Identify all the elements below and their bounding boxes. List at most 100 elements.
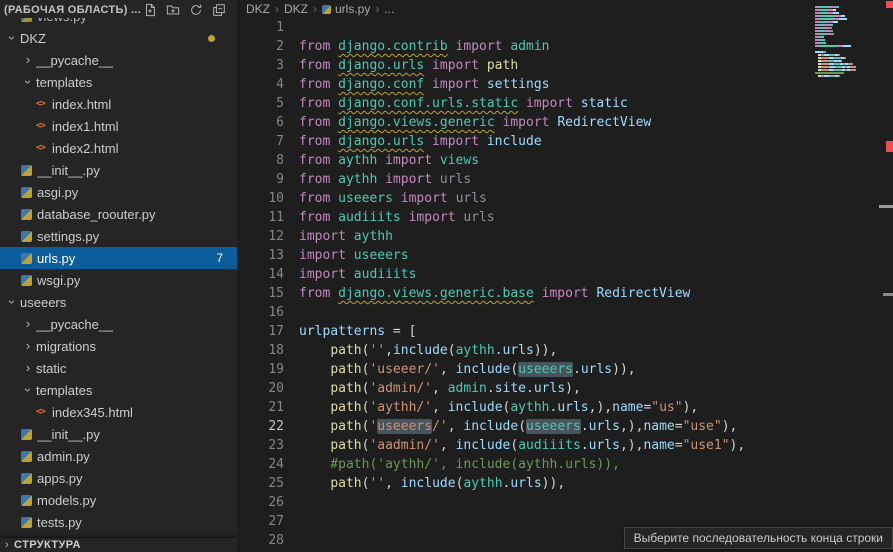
tree-file-index2.html[interactable]: index2.html <box>0 137 237 159</box>
tree-item-label: models.py <box>37 493 96 508</box>
line-number: 7 <box>237 132 284 151</box>
tree-file-__init__.py[interactable]: __init__.py <box>0 423 237 445</box>
tree-file-database_roouter.py[interactable]: database_roouter.py <box>0 203 237 225</box>
line-number: 6 <box>237 113 284 132</box>
code-text: urlpatterns = [ <box>299 322 416 341</box>
tree-item-label: database_roouter.py <box>37 207 156 222</box>
tree-folder-__pycache__[interactable]: __pycache__ <box>0 49 237 71</box>
tree-file-index1.html[interactable]: index1.html <box>0 115 237 137</box>
tree-file-tests.py[interactable]: tests.py <box>0 511 237 533</box>
code-line-13[interactable]: 13import useeers <box>237 246 879 265</box>
code-line-11[interactable]: 11from audiiits import urls <box>237 208 879 227</box>
code-line-5[interactable]: 5from django.conf.urls.static import sta… <box>237 94 879 113</box>
breadcrumb-item-project[interactable]: DKZ <box>246 2 270 16</box>
ruler-mark <box>886 141 893 152</box>
breadcrumb-item-file[interactable]: urls.py <box>335 2 370 16</box>
breadcrumb-item-symbol[interactable]: ... <box>384 2 394 16</box>
tree-file-wsgi.py[interactable]: wsgi.py <box>0 269 237 291</box>
code-line-26[interactable]: 26 <box>237 493 879 512</box>
tree-file-apps.py[interactable]: apps.py <box>0 467 237 489</box>
code-text: from aythh import urls <box>299 170 471 189</box>
new-folder-icon[interactable] <box>165 2 181 18</box>
tree-file-settings.py[interactable]: settings.py <box>0 225 237 247</box>
breadcrumb-item-folder[interactable]: DKZ <box>284 2 308 16</box>
tree-file-__init__.py[interactable]: __init__.py <box>0 159 237 181</box>
tree-file-index345.html[interactable]: index345.html <box>0 401 237 423</box>
tree-folder-__pycache__[interactable]: __pycache__ <box>0 313 237 335</box>
code-line-8[interactable]: 8from aythh import views <box>237 151 879 170</box>
html-file-icon <box>36 121 52 131</box>
line-number: 24 <box>237 455 284 474</box>
python-file-icon <box>21 275 32 286</box>
code-line-22[interactable]: 22 path('useeers/', include(useeers.urls… <box>237 417 879 436</box>
tree-folder-migrations[interactable]: migrations <box>0 335 237 357</box>
code-line-21[interactable]: 21 path('aythh/', include(aythh.urls,),n… <box>237 398 879 417</box>
code-line-18[interactable]: 18 path('',include(aythh.urls)), <box>237 341 879 360</box>
code-text: import aythh <box>299 227 393 246</box>
code-line-4[interactable]: 4from django.conf import settings <box>237 75 879 94</box>
outline-label: СТРУКТУРА <box>14 539 81 551</box>
code-line-25[interactable]: 25 path('', include(aythh.urls)), <box>237 474 879 493</box>
chevron-right-icon <box>313 2 317 16</box>
tree-item-label: useeers <box>20 295 66 310</box>
line-number: 26 <box>237 493 284 512</box>
tree-item-label: static <box>36 361 66 376</box>
tree-item-label: __pycache__ <box>36 53 113 68</box>
tree-item-label: index345.html <box>52 405 133 420</box>
code-text: import audiiits <box>299 265 416 284</box>
code-text: from django.views.generic.base import Re… <box>299 284 690 303</box>
line-number: 20 <box>237 379 284 398</box>
tree-file-asgi.py[interactable]: asgi.py <box>0 181 237 203</box>
overview-ruler[interactable] <box>885 0 893 552</box>
code-line-24[interactable]: 24 #path('aythh/', include(aythh.urls)), <box>237 455 879 474</box>
code-line-12[interactable]: 12import aythh <box>237 227 879 246</box>
line-number: 13 <box>237 246 284 265</box>
code-line-23[interactable]: 23 path('aadmin/', include(audiiits.urls… <box>237 436 879 455</box>
refresh-icon[interactable] <box>188 2 204 18</box>
tree-folder-templates[interactable]: templates <box>0 71 237 93</box>
python-file-icon <box>21 165 32 176</box>
outline-section[interactable]: СТРУКТУРА <box>0 537 237 552</box>
tree-file-admin.py[interactable]: admin.py <box>0 445 237 467</box>
code-line-17[interactable]: 17urlpatterns = [ <box>237 322 879 341</box>
tree-file-urls.py[interactable]: urls.py7 <box>0 247 237 269</box>
tree-item-label: migrations <box>36 339 96 354</box>
code-line-14[interactable]: 14import audiiits <box>237 265 879 284</box>
minimap[interactable] <box>815 3 883 87</box>
html-file-icon <box>36 143 52 153</box>
tree-folder-DKZ[interactable]: DKZ <box>0 27 237 49</box>
tree-folder-templates[interactable]: templates <box>0 379 237 401</box>
ruler-mark <box>883 293 893 296</box>
python-file-icon <box>21 187 32 198</box>
tree-file-index.html[interactable]: index.html <box>0 93 237 115</box>
code-line-20[interactable]: 20 path('admin/', admin.site.urls), <box>237 379 879 398</box>
line-number: 2 <box>237 37 284 56</box>
code-line-19[interactable]: 19 path('useeer/', include(useeers.urls)… <box>237 360 879 379</box>
chevron-right-icon <box>20 335 36 357</box>
python-file-icon <box>21 495 32 506</box>
code-line-6[interactable]: 6from django.views.generic import Redire… <box>237 113 879 132</box>
code-line-16[interactable]: 16 <box>237 303 879 322</box>
code-line-9[interactable]: 9from aythh import urls <box>237 170 879 189</box>
tree-folder-useeers[interactable]: useeers <box>0 291 237 313</box>
code-text: from django.urls import include <box>299 132 542 151</box>
new-file-icon[interactable] <box>142 2 158 18</box>
python-file-icon <box>21 473 32 484</box>
line-number: 16 <box>237 303 284 322</box>
code-area[interactable]: 12from django.contrib import admin3from … <box>237 18 879 552</box>
line-number: 4 <box>237 75 284 94</box>
collapse-all-icon[interactable] <box>211 2 227 18</box>
code-line-1[interactable]: 1 <box>237 18 879 37</box>
code-editor: DKZ DKZ urls.py ... 12from django.contri… <box>237 0 893 552</box>
code-line-2[interactable]: 2from django.contrib import admin <box>237 37 879 56</box>
tree-folder-static[interactable]: static <box>0 357 237 379</box>
chevron-right-icon <box>20 357 36 379</box>
code-line-10[interactable]: 10from useeers import urls <box>237 189 879 208</box>
code-line-3[interactable]: 3from django.urls import path <box>237 56 879 75</box>
tree-file-models.py[interactable]: models.py <box>0 489 237 511</box>
code-line-15[interactable]: 15from django.views.generic.base import … <box>237 284 879 303</box>
code-line-7[interactable]: 7 from django.urls import include <box>237 132 879 151</box>
tree-item-label: __pycache__ <box>36 317 113 332</box>
line-number: 8 <box>237 151 284 170</box>
html-file-icon <box>36 99 52 109</box>
